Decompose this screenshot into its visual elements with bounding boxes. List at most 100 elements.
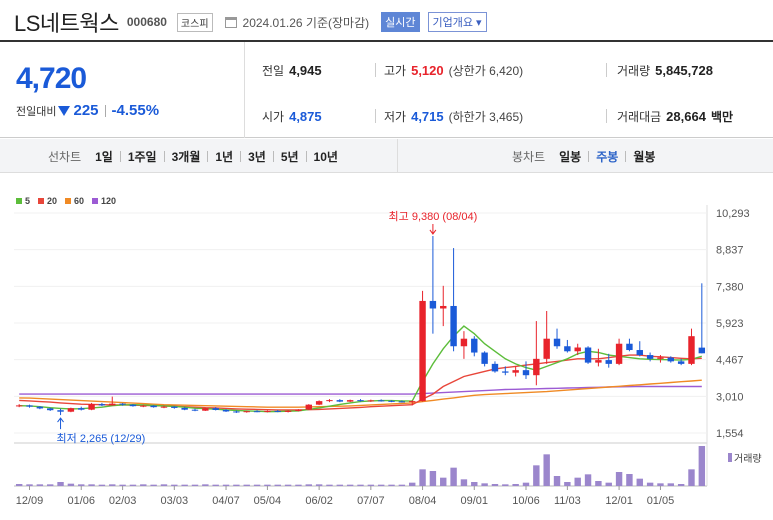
x-tick-label: 06/02 xyxy=(305,495,333,507)
candle-body xyxy=(502,371,509,373)
candle-body xyxy=(181,407,188,410)
x-tick-label: 02/03 xyxy=(109,495,137,507)
candle-body xyxy=(646,355,654,359)
x-tick-label: 04/07 xyxy=(212,495,240,507)
candle-body xyxy=(305,404,312,410)
volume-bar xyxy=(543,454,550,486)
volume-bar xyxy=(533,465,540,486)
volume-bar xyxy=(264,484,271,486)
volume-bar xyxy=(595,481,602,486)
candle-body xyxy=(481,352,488,364)
ma5-line xyxy=(19,325,702,413)
volume-bar xyxy=(129,484,137,486)
volume-bar xyxy=(657,483,664,486)
candle-body xyxy=(688,336,695,364)
x-tick-label: 03/03 xyxy=(161,495,189,507)
candle-body xyxy=(26,405,33,407)
candle-body xyxy=(336,400,344,402)
candle-body xyxy=(409,401,416,403)
candle-body xyxy=(657,357,664,359)
candle-body xyxy=(119,403,126,405)
candle-body xyxy=(471,338,478,353)
volume-bar xyxy=(357,484,364,486)
volume-bar xyxy=(398,484,406,486)
volume-bar xyxy=(109,484,116,486)
volume-bar xyxy=(160,484,168,486)
candle-body xyxy=(88,404,95,410)
volume-bar xyxy=(295,484,302,486)
volume-bar xyxy=(388,484,395,486)
candle-body xyxy=(450,305,457,347)
volume-bar xyxy=(212,484,219,486)
candle-body xyxy=(377,400,385,402)
x-tick-label: 12/09 xyxy=(16,495,44,507)
y-tick-label: 10,293 xyxy=(716,208,750,220)
y-tick-label: 1,554 xyxy=(716,428,744,440)
volume-bar xyxy=(677,484,685,486)
candle-body xyxy=(605,360,612,364)
candle-body xyxy=(357,400,364,402)
volume-bar xyxy=(667,483,675,486)
volume-bar xyxy=(15,484,23,486)
x-tick-label: 10/06 xyxy=(512,495,540,507)
volume-bar xyxy=(605,482,612,486)
candle-body xyxy=(584,347,592,363)
candle-body xyxy=(46,408,54,411)
candle-body xyxy=(274,410,281,412)
volume-bar xyxy=(46,484,54,486)
candle-body xyxy=(553,338,561,347)
volume-bar xyxy=(191,484,199,486)
low-annotation: 최저 2,265 (12/29) xyxy=(57,432,146,445)
x-tick-label: 09/01 xyxy=(461,495,489,507)
candle-body xyxy=(243,411,250,413)
candle-body xyxy=(295,409,302,411)
candle-body xyxy=(326,400,333,402)
candle-body xyxy=(98,404,106,406)
candle-body xyxy=(512,370,519,373)
volume-bar xyxy=(367,484,375,486)
candle-body xyxy=(429,300,437,309)
volume-bar xyxy=(584,474,592,486)
volume-bar xyxy=(150,484,157,486)
candle-body xyxy=(367,400,375,402)
volume-bar xyxy=(140,484,147,486)
volume-bar xyxy=(698,446,706,486)
candle-body xyxy=(677,361,685,364)
candle-body xyxy=(212,408,219,410)
volume-bar xyxy=(491,484,499,486)
y-tick-label: 4,467 xyxy=(716,355,744,367)
volume-bar xyxy=(450,467,457,486)
volume-bar xyxy=(119,484,126,486)
high-annotation: 최고 9,380 (08/04) xyxy=(389,210,478,223)
volume-bar xyxy=(274,484,281,486)
volume-bar xyxy=(67,483,75,486)
candle-body xyxy=(284,410,292,412)
candle-body xyxy=(346,400,354,402)
candle-body xyxy=(109,403,116,406)
volume-bar xyxy=(409,482,416,486)
volume-bar xyxy=(253,484,261,486)
volume-bar xyxy=(502,484,509,486)
candle-body xyxy=(78,408,85,410)
volume-bar xyxy=(626,474,633,486)
x-tick-label: 01/05 xyxy=(647,495,675,507)
volume-bar xyxy=(57,482,64,486)
candle-body xyxy=(460,338,468,347)
volume-legend-label: 거래량 xyxy=(734,453,762,465)
y-tick-label: 5,923 xyxy=(716,318,744,330)
x-tick-label: 01/06 xyxy=(67,495,95,507)
y-tick-label: 7,380 xyxy=(716,281,744,293)
candle-body xyxy=(191,409,199,411)
candle-body xyxy=(160,406,168,408)
candle-body xyxy=(171,406,178,408)
volume-legend-swatch xyxy=(728,453,732,462)
arrow-up-icon xyxy=(57,417,64,430)
volume-bar xyxy=(429,471,437,486)
volume-bar xyxy=(284,484,292,486)
volume-bar xyxy=(202,484,209,486)
candle-body xyxy=(36,406,44,409)
volume-bar xyxy=(222,484,230,486)
volume-bar xyxy=(471,482,478,486)
volume-bar xyxy=(346,484,354,486)
candle-body xyxy=(636,350,643,356)
